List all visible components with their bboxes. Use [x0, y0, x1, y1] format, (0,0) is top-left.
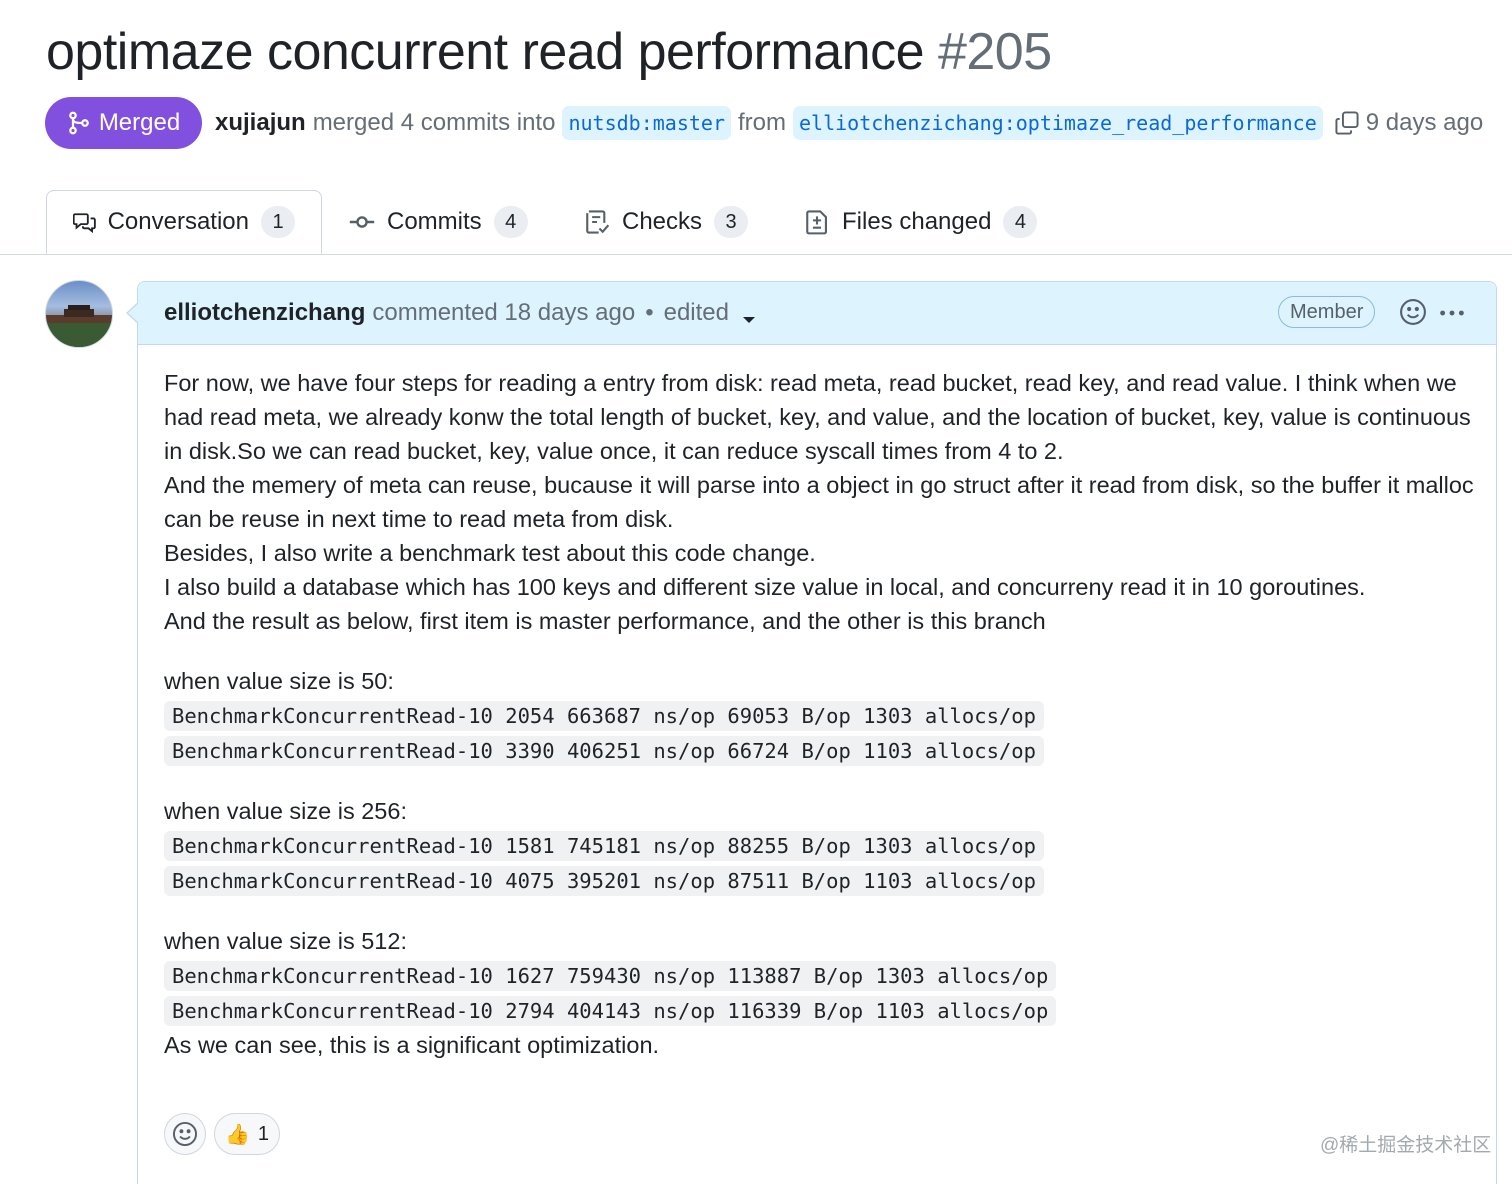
benchmark-section: when value size is 50: BenchmarkConcurre…	[164, 664, 1474, 768]
comment-timestamp[interactable]: commented 18 days ago	[372, 299, 635, 327]
merge-summary: merged 4 commits into	[312, 109, 556, 136]
tab-counter: 4	[1003, 206, 1038, 238]
from-text: from	[738, 109, 786, 136]
paragraph: And the memery of meta can reuse, bucaus…	[164, 472, 1474, 532]
code-line: BenchmarkConcurrentRead-10 2794 404143 n…	[164, 996, 1057, 1026]
code-line: BenchmarkConcurrentRead-10 2054 663687 n…	[164, 701, 1044, 731]
copy-branch-button[interactable]	[1334, 110, 1360, 136]
section-heading: when value size is 50:	[164, 668, 394, 694]
paragraph: I also build a database which has 100 ke…	[164, 574, 1366, 600]
add-reaction-button[interactable]	[1399, 298, 1427, 331]
edited-label: edited	[663, 299, 729, 326]
smiley-icon	[1400, 299, 1426, 325]
paragraph: And the result as below, first item is m…	[164, 608, 1046, 634]
avatar[interactable]	[45, 280, 113, 348]
comment-discussion-icon	[73, 213, 96, 234]
benchmark-section: when value size is 256: BenchmarkConcurr…	[164, 794, 1474, 898]
code-line: BenchmarkConcurrentRead-10 1581 745181 n…	[164, 831, 1044, 861]
pr-number: #205	[937, 23, 1052, 81]
section-heading: when value size is 256:	[164, 798, 407, 824]
head-branch[interactable]: elliotchenzichang:optimaze_read_performa…	[793, 106, 1323, 140]
comment-body: For now, we have four steps for reading …	[164, 366, 1474, 1062]
tab-counter: 4	[493, 206, 528, 238]
paragraph: For now, we have four steps for reading …	[164, 370, 1471, 464]
reactions-bar: 👍 1	[164, 1113, 281, 1155]
section-heading: when value size is 512:	[164, 928, 407, 954]
conclusion: As we can see, this is a significant opt…	[164, 1032, 660, 1058]
code-line: BenchmarkConcurrentRead-10 4075 395201 n…	[164, 866, 1044, 896]
tab-commits[interactable]: Commits 4	[349, 190, 528, 254]
thumbs-up-reaction[interactable]: 👍 1	[214, 1113, 281, 1155]
checklist-icon	[586, 210, 610, 234]
code-line: BenchmarkConcurrentRead-10 1627 759430 n…	[164, 961, 1057, 991]
comment-options-button[interactable]	[1437, 298, 1467, 333]
tab-counter: 1	[261, 206, 295, 238]
caret-down-icon	[743, 317, 755, 323]
base-branch[interactable]: nutsdb:master	[562, 106, 731, 140]
git-merge-icon	[68, 111, 89, 135]
merged-state-badge: Merged	[45, 97, 202, 149]
comment-author-link[interactable]: elliotchenzichang	[164, 299, 365, 327]
comment-meta: elliotchenzichang commented 18 days ago …	[164, 282, 755, 344]
merger-link[interactable]: xujiajun	[215, 109, 306, 137]
paragraph: Besides, I also write a benchmark test a…	[164, 540, 816, 566]
tab-checks[interactable]: Checks 3	[584, 190, 749, 254]
code-line: BenchmarkConcurrentRead-10 3390 406251 n…	[164, 736, 1044, 766]
tab-conversation[interactable]: Conversation 1	[46, 190, 322, 254]
kebab-horizontal-icon	[1440, 310, 1464, 316]
pr-tabs: Conversation 1 Commits 4 Checks 3 Files …	[0, 190, 1512, 255]
separator-dot: •	[645, 299, 654, 326]
pr-title: optimaze concurrent read performance #20…	[46, 22, 1052, 82]
comment-header: elliotchenzichang commented 18 days ago …	[126, 282, 1496, 345]
tab-label: Checks	[622, 208, 703, 235]
git-commit-icon	[349, 216, 375, 228]
pr-meta: xujiajun merged 4 commits into nutsdb:ma…	[215, 104, 1483, 142]
thumbs-up-emoji: 👍	[225, 1123, 250, 1146]
merge-time: 9 days ago	[1365, 109, 1484, 136]
edited-dropdown[interactable]: edited	[664, 299, 755, 327]
tab-label: Files changed	[842, 208, 992, 235]
reaction-count: 1	[257, 1122, 270, 1145]
tab-counter: 3	[714, 206, 749, 238]
tab-files-changed[interactable]: Files changed 4	[804, 190, 1038, 254]
add-reaction-button[interactable]	[164, 1113, 206, 1155]
avatar-image	[46, 305, 112, 347]
tab-label: Commits	[387, 208, 482, 235]
copy-icon	[1335, 111, 1359, 135]
state-label: Merged	[98, 109, 181, 136]
pr-title-text: optimaze concurrent read performance	[46, 23, 925, 81]
benchmark-section: when value size is 512: BenchmarkConcurr…	[164, 924, 1474, 1028]
file-diff-icon	[806, 210, 827, 235]
comment-caret-fill	[128, 303, 139, 323]
member-badge: Member	[1278, 296, 1376, 328]
comment-box: elliotchenzichang commented 18 days ago …	[126, 281, 1497, 1184]
watermark: @稀土掘金技术社区	[1320, 1135, 1492, 1156]
tab-label: Conversation	[107, 208, 249, 235]
smiley-icon	[172, 1121, 198, 1147]
